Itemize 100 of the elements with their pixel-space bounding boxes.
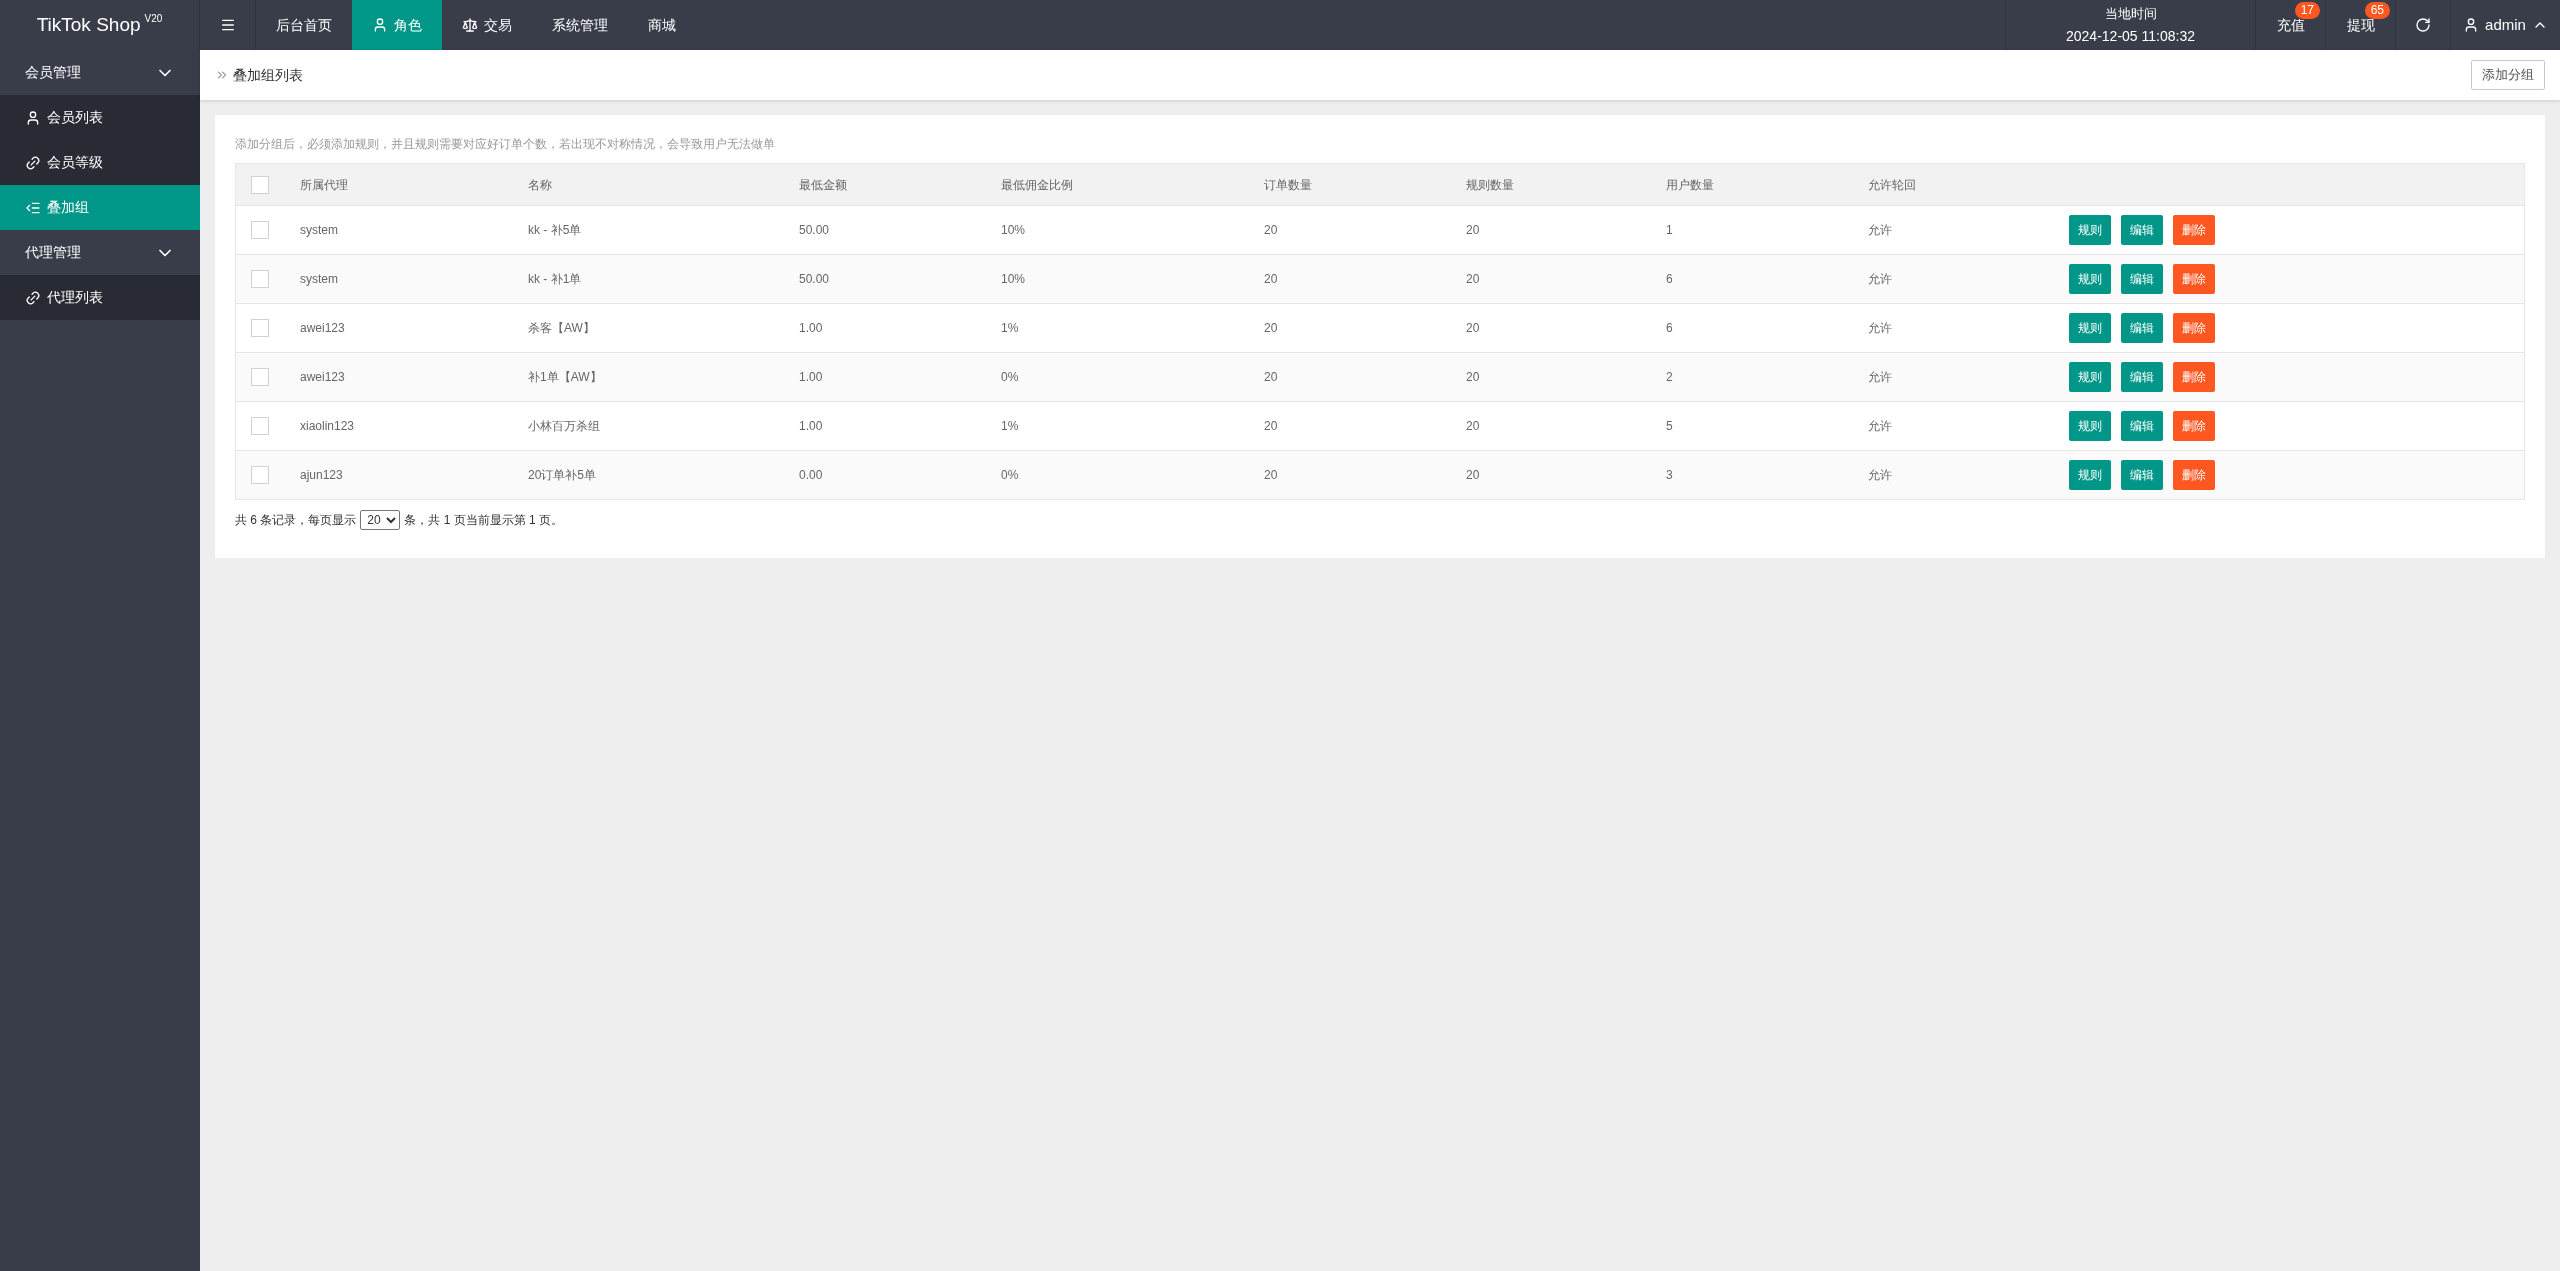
page-size-select[interactable]: 20: [360, 510, 401, 530]
row-action-button[interactable]: 规则: [2069, 362, 2111, 392]
table-cell-text: 补1单【AW】: [528, 369, 602, 386]
row-action-button[interactable]: 删除: [2173, 313, 2215, 343]
table-cell-text: 20: [1466, 418, 1480, 435]
table-cell-text: 50.00: [799, 222, 830, 239]
column-header: 规则数量: [1466, 176, 1514, 194]
checkbox[interactable]: [251, 221, 269, 239]
checkbox[interactable]: [251, 368, 269, 386]
table-cell-text: 20: [1466, 467, 1480, 484]
table-cell-text: awei123: [300, 320, 345, 337]
sidebar-item[interactable]: 会员等级: [0, 140, 200, 185]
table-cell-text: kk - 补5单: [528, 222, 582, 239]
version-label: V20: [144, 13, 163, 25]
checkbox[interactable]: [251, 175, 269, 194]
table-cell-text: 1: [1666, 222, 1673, 239]
table-cell-text: 10%: [1001, 271, 1026, 288]
table-cell-text: 1.00: [799, 320, 823, 337]
table-cell-text: 1%: [1001, 320, 1019, 337]
row-action-button[interactable]: 编辑: [2121, 215, 2163, 245]
row-action-button[interactable]: 规则: [2069, 264, 2111, 294]
table-cell-text: 允许: [1868, 467, 1892, 484]
notice-text: 添加分组后，必须添加规则，并且规则需要对应好订单个数，若出现不对称情况，会导致用户无法做单: [235, 136, 776, 153]
nav-tab[interactable]: 角色: [352, 0, 442, 50]
table-cell-text: 允许: [1868, 320, 1892, 337]
table-cell-text: 杀客【AW】: [528, 320, 595, 337]
table-cell-text: 6: [1666, 271, 1673, 288]
row-action-button[interactable]: 编辑: [2121, 362, 2163, 392]
column-header: 最低佣金比例: [1001, 176, 1073, 194]
clock-label: 当地时间: [2104, 5, 2157, 23]
nav-tab[interactable]: 系统管理: [532, 0, 628, 50]
table-cell-text: 20: [1466, 369, 1480, 386]
table-cell-text: 1.00: [799, 418, 823, 435]
sidebar-group[interactable]: 会员管理: [0, 50, 200, 95]
table-cell-text: 0%: [1001, 467, 1019, 484]
checkbox[interactable]: [251, 319, 269, 337]
count-badge: 65: [2364, 2, 2390, 19]
row-action-button[interactable]: 编辑: [2121, 313, 2163, 343]
table-cell-text: ajun123: [300, 467, 343, 484]
table-cell-text: 20: [1264, 369, 1278, 386]
table-cell-text: xiaolin123: [300, 418, 355, 435]
breadcrumb-title: 叠加组列表: [233, 65, 303, 85]
checkbox[interactable]: [251, 466, 269, 484]
table-cell-text: 0.00: [799, 467, 823, 484]
row-action-button[interactable]: 规则: [2069, 460, 2111, 490]
nav-tab[interactable]: 商城: [628, 0, 696, 50]
clock-value: 2024-12-05 11:08:32: [2066, 27, 2195, 46]
row-action-button[interactable]: 删除: [2173, 264, 2215, 294]
column-header: 名称: [528, 176, 552, 194]
nav-tab[interactable]: 后台首页: [256, 0, 352, 50]
table-cell-text: 20: [1264, 418, 1278, 435]
column-header: 最低金额: [799, 176, 847, 194]
sidebar-group[interactable]: 代理管理: [0, 230, 200, 275]
sidebar-item[interactable]: 会员列表: [0, 95, 200, 140]
row-action-button[interactable]: 删除: [2173, 362, 2215, 392]
table-cell-text: 20: [1264, 320, 1278, 337]
row-action-button[interactable]: 规则: [2069, 411, 2111, 441]
refresh-icon: [2415, 17, 2431, 33]
table-cell-text: awei123: [300, 369, 345, 386]
table-cell-text: 20: [1264, 467, 1278, 484]
table-cell-text: 允许: [1868, 369, 1892, 386]
checkbox[interactable]: [251, 270, 269, 288]
row-action-button[interactable]: 编辑: [2121, 264, 2163, 294]
table-cell-text: 1.00: [799, 369, 823, 386]
column-header: 订单数量: [1264, 176, 1312, 194]
row-action-button[interactable]: 删除: [2173, 215, 2215, 245]
row-action-button[interactable]: 规则: [2069, 215, 2111, 245]
add-group-button[interactable]: 添加分组: [2471, 60, 2545, 90]
user-icon: [372, 17, 388, 33]
scale-icon: [462, 17, 478, 33]
nav-tab[interactable]: 交易: [442, 0, 532, 50]
pagination-text: 共 6 条记录，每页显示: [235, 512, 357, 529]
table-cell-text: 20: [1264, 271, 1278, 288]
column-header: 用户数量: [1666, 176, 1714, 194]
table-cell-text: 2: [1666, 369, 1673, 386]
table-cell-text: 1%: [1001, 418, 1019, 435]
sidebar-item[interactable]: 叠加组: [0, 185, 200, 230]
row-action-button[interactable]: 编辑: [2121, 411, 2163, 441]
column-header: 所属代理: [300, 176, 348, 194]
table-cell-text: 小林百万杀组: [528, 418, 600, 435]
pagination-text: 条，共 1 页当前显示第 1 页。: [404, 512, 564, 529]
row-action-button[interactable]: 编辑: [2121, 460, 2163, 490]
table-cell-text: kk - 补1单: [528, 271, 582, 288]
table-cell-text: 0%: [1001, 369, 1019, 386]
checkbox[interactable]: [251, 417, 269, 435]
table-cell-text: 20: [1264, 222, 1278, 239]
table-cell-text: 20: [1466, 271, 1480, 288]
table-cell-text: 5: [1666, 418, 1673, 435]
sidebar-item[interactable]: 代理列表: [0, 275, 200, 320]
table-cell-text: 10%: [1001, 222, 1026, 239]
row-action-button[interactable]: 删除: [2173, 460, 2215, 490]
table-cell-text: 允许: [1868, 222, 1892, 239]
brand-name: TikTok Shop: [36, 12, 141, 37]
row-action-button[interactable]: 删除: [2173, 411, 2215, 441]
row-action-button[interactable]: 规则: [2069, 313, 2111, 343]
table-cell-text: 50.00: [799, 271, 830, 288]
user-icon: [25, 109, 41, 126]
table-cell-text: system: [300, 222, 338, 239]
table-cell-text: 20订单补5单: [528, 467, 597, 484]
table-cell-text: 20: [1466, 320, 1480, 337]
